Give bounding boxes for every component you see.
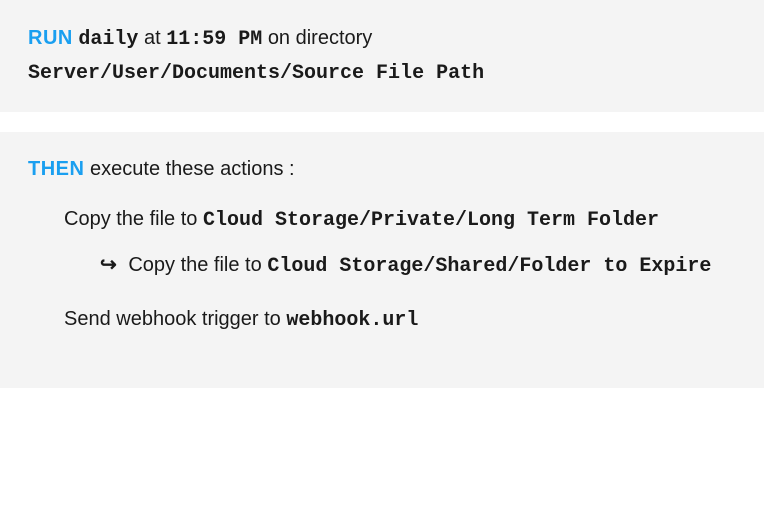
action-item: Send webhook trigger to webhook.url bbox=[64, 304, 736, 336]
run-frequency: daily bbox=[78, 28, 138, 51]
sub-action-item: ↪ Copy the file to Cloud Storage/Shared/… bbox=[64, 250, 736, 282]
action-item: Copy the file to Cloud Storage/Private/L… bbox=[64, 204, 736, 282]
then-block: THEN execute these actions : Copy the fi… bbox=[0, 132, 764, 388]
run-on-word: on directory bbox=[268, 27, 373, 49]
run-line: RUN daily at 11:59 PM on directory Serve… bbox=[28, 22, 736, 90]
run-keyword: RUN bbox=[28, 27, 73, 49]
arrow-right-hook-icon: ↪ bbox=[100, 250, 117, 280]
sub-action-prefix: Copy the file to bbox=[128, 254, 261, 276]
action-prefix: Copy the file to bbox=[64, 208, 197, 230]
run-path: Server/User/Documents/Source File Path bbox=[28, 62, 484, 85]
action-path: Cloud Storage/Private/Long Term Folder bbox=[203, 209, 659, 232]
action-path: webhook.url bbox=[286, 309, 418, 332]
sub-action-path: Cloud Storage/Shared/Folder to Expire bbox=[267, 255, 711, 278]
actions-list: Copy the file to Cloud Storage/Private/L… bbox=[28, 204, 736, 336]
run-at-word: at bbox=[144, 27, 161, 49]
then-keyword: THEN bbox=[28, 158, 84, 180]
run-time: 11:59 PM bbox=[166, 28, 262, 51]
run-block: RUN daily at 11:59 PM on directory Serve… bbox=[0, 0, 764, 112]
then-header: THEN execute these actions : bbox=[28, 154, 736, 184]
action-prefix: Send webhook trigger to bbox=[64, 308, 281, 330]
then-intro: execute these actions : bbox=[90, 158, 295, 180]
